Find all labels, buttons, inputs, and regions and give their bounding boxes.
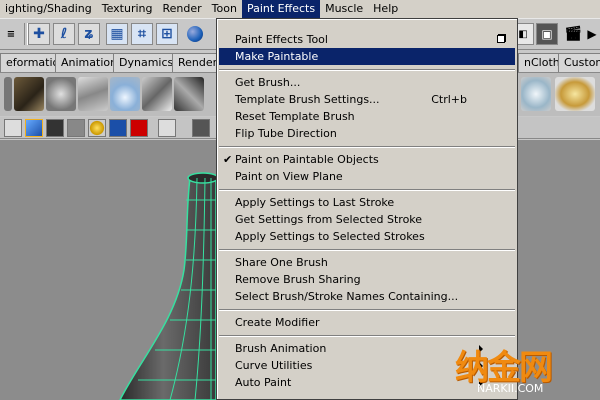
menu-toon[interactable]: Toon [207,0,242,18]
menu-item-paint-effects-tool[interactable]: Paint Effects Tool [219,31,515,48]
menu-muscle[interactable]: Muscle [320,0,368,18]
sphere-icon[interactable] [184,23,206,45]
menu-item-make-paintable[interactable]: Make Paintable [219,48,515,65]
menu-item-get-brush[interactable]: Get Brush... [219,74,515,91]
move-icon[interactable]: ✚ [28,23,50,45]
frame-icon[interactable] [192,119,210,137]
isolate-icon[interactable] [158,119,176,137]
render-icon[interactable]: ▣ [536,23,558,45]
menu-render[interactable]: Render [158,0,207,18]
menu-separator [219,146,515,148]
menu-item-apply-settings-last-stroke[interactable]: Apply Settings to Last Stroke [219,194,515,211]
ipr-icon[interactable]: ▶ [584,23,600,45]
snap-point-icon[interactable]: ⊞ [156,23,178,45]
lasso-icon[interactable]: ℓ [53,23,75,45]
smooth-cube-icon[interactable] [67,119,85,137]
menu-item-label: Apply Settings to Last Stroke [235,196,395,209]
menu-item-label: Apply Settings to Selected Strokes [235,230,425,243]
wireframe-cube-icon[interactable] [4,119,22,137]
menu-item-label: Brush Animation [235,342,327,355]
paint-select-icon[interactable]: ʑ [78,23,100,45]
brush-preset[interactable] [4,77,12,111]
menu-item-flip-tube-direction[interactable]: Flip Tube Direction [219,125,515,142]
menu-item-create-modifier[interactable]: Create Modifier [219,314,515,331]
menu-item-label: Paint Effects Tool [235,33,328,46]
tab-dynamics[interactable]: Dynamics [113,53,180,72]
option-box-icon[interactable] [497,35,505,43]
menu-item-label: Paint on Paintable Objects [235,153,379,166]
brush-preset[interactable] [555,77,595,111]
clapper-icon[interactable]: 🎬︎ [562,23,584,45]
watermark-url: NARKII.COM [477,382,544,395]
menu-item-share-one-brush[interactable]: Share One Brush [219,254,515,271]
menu-bar: ighting/Shading Texturing Render Toon Pa… [0,0,600,18]
light-icon[interactable] [88,119,106,137]
menu-item-label: Flip Tube Direction [235,127,337,140]
menu-item-label: Paint on View Plane [235,170,343,183]
menu-item-template-brush-settings[interactable]: Template Brush Settings... Ctrl+b [219,91,515,108]
tab-custom[interactable]: Custom [558,53,600,72]
menu-item-label: Create Modifier [235,316,320,329]
menu-item-paint-on-view-plane[interactable]: Paint on View Plane [219,168,515,185]
menu-texturing[interactable]: Texturing [97,0,158,18]
menu-item-label: Share One Brush [235,256,328,269]
menu-separator [219,69,515,71]
menu-item-label: Template Brush Settings... [235,93,380,106]
snap-grid-icon[interactable]: ▦ [106,23,128,45]
brush-preset[interactable] [110,77,140,111]
shaded-cube-icon[interactable] [25,119,43,137]
menu-item-remove-brush-sharing[interactable]: Remove Brush Sharing [219,271,515,288]
menu-separator [219,189,515,191]
xray-icon[interactable] [130,119,148,137]
menu-item-label: Select Brush/Stroke Names Containing... [235,290,459,303]
brush-preset[interactable] [142,77,172,111]
menu-item-select-brush-stroke-names[interactable]: Select Brush/Stroke Names Containing... [219,288,515,305]
menu-item-label: Curve Utilities [235,359,313,372]
brush-preset[interactable] [46,77,76,111]
menu-item-get-settings-selected-stroke[interactable]: Get Settings from Selected Stroke [219,211,515,228]
snap-curve-icon[interactable]: ⌗ [131,23,153,45]
menu-item-label: Make Paintable [235,50,319,63]
menu-lighting-shading[interactable]: ighting/Shading [0,0,97,18]
menu-item-reset-template-brush[interactable]: Reset Template Brush [219,108,515,125]
brush-preset[interactable] [14,77,44,111]
menu-separator [219,335,515,337]
menu-item-label: Auto Paint [235,376,292,389]
dropdown-icon[interactable]: ≡ [2,23,20,45]
shortcut-label: Ctrl+b [431,93,467,106]
menu-item-label: Get Brush... [235,76,301,89]
menu-separator [219,309,515,311]
brush-preset[interactable] [78,77,108,111]
menu-help[interactable]: Help [368,0,403,18]
textured-cube-icon[interactable] [46,119,64,137]
menu-item-label: Remove Brush Sharing [235,273,361,286]
menu-item-apply-settings-selected-strokes[interactable]: Apply Settings to Selected Strokes [219,228,515,245]
checkmark-icon: ✔ [223,153,233,166]
menu-item-label: Get Settings from Selected Stroke [235,213,423,226]
menu-item-label: Reset Template Brush [235,110,355,123]
menu-paint-effects[interactable]: Paint Effects [241,0,321,18]
menu-separator [219,249,515,251]
brush-preset[interactable] [174,77,204,111]
brush-preset[interactable] [521,77,551,111]
menu-item-paint-on-paintable-objects[interactable]: ✔ Paint on Paintable Objects [219,151,515,168]
watermark-logo: 纳金网 NARKII.COM [455,340,600,400]
shadow-icon[interactable] [109,119,127,137]
